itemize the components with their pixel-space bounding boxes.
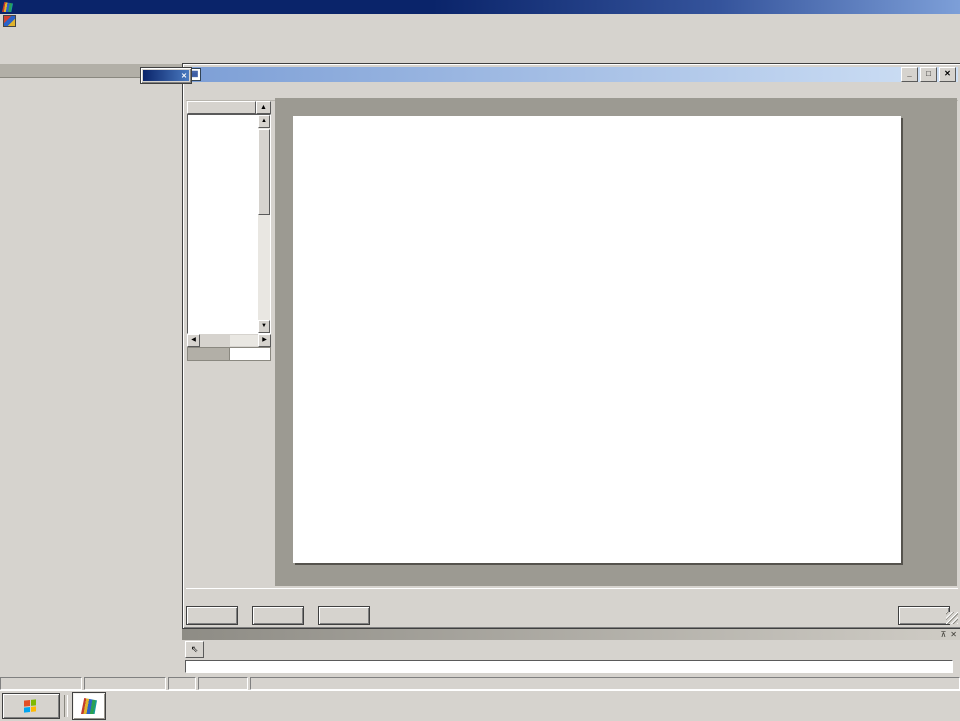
name-field-value[interactable] [230, 347, 271, 361]
menu-tree [0, 78, 182, 675]
close-icon[interactable]: ✕ [950, 630, 957, 639]
drawing-canvas[interactable] [275, 98, 957, 586]
hscroll-thumb[interactable] [200, 335, 230, 346]
scroll-left-icon[interactable]: ◀ [187, 334, 200, 347]
gallery-status-bar [186, 588, 958, 604]
state-cell [250, 677, 960, 690]
title-bar [0, 0, 960, 14]
new-button[interactable] [186, 606, 238, 625]
taskbar-separator [64, 695, 68, 717]
cursor-mode-icon[interactable]: ⇖ [185, 641, 204, 658]
gallery-buttons [186, 604, 958, 626]
plane-cell [198, 677, 248, 690]
menu-tree-panel [0, 64, 184, 676]
drawing-sheet [293, 116, 901, 563]
name-field-label [187, 347, 230, 361]
taskbar [0, 690, 960, 721]
gallery-title-bar[interactable]: ▦ _ □ ✕ [186, 67, 958, 82]
plot-list-hscrollbar[interactable]: ◀ ▶ [187, 335, 271, 346]
minimize-button[interactable]: _ [901, 67, 918, 82]
status-bar [0, 676, 960, 690]
close-icon[interactable]: ✕ [181, 72, 187, 80]
command-line-caption[interactable]: ⊼ ✕ [182, 628, 960, 640]
app-logo-icon [2, 2, 13, 12]
close-dialog-button[interactable] [898, 606, 950, 625]
command-line-panel: ⊼ ✕ ⇖ [182, 627, 960, 677]
scia-engineer-window: ✕ ▦ _ □ ✕ ▲ ▲ ▼ [0, 0, 960, 720]
delete-button[interactable] [318, 606, 370, 625]
close-button[interactable]: ✕ [939, 67, 956, 82]
plot-list-header[interactable] [187, 101, 256, 114]
sort-ascending-icon[interactable]: ▲ [256, 101, 271, 114]
menu-bar [0, 14, 960, 28]
windows-logo-icon [24, 699, 36, 712]
unit-cell [168, 677, 196, 690]
ansicht-toolbar-title[interactable]: ✕ [143, 70, 189, 81]
start-button[interactable] [2, 693, 60, 719]
status-cell-1 [0, 677, 82, 690]
document-icon [3, 15, 16, 27]
plot-list-vscrollbar[interactable]: ▲ ▼ [258, 115, 270, 333]
ansicht-toolbar: ✕ [140, 67, 192, 84]
plot-list-panel: ▲ ▲ ▼ ◀ ▶ [187, 101, 271, 343]
scroll-right-icon[interactable]: ▶ [258, 334, 271, 347]
scroll-down-icon[interactable]: ▼ [258, 320, 270, 333]
drawing-gallery-window: ▦ _ □ ✕ ▲ ▲ ▼ ◀ [182, 63, 960, 629]
command-input[interactable] [185, 660, 953, 673]
vscroll-thumb[interactable] [258, 129, 270, 215]
taskbar-item-scia-engineer[interactable] [72, 692, 106, 720]
toolbar-row-1 [0, 27, 960, 47]
resize-grip[interactable] [946, 612, 958, 624]
scia-engineer-icon [81, 698, 97, 714]
edit-button[interactable] [252, 606, 304, 625]
maximize-button[interactable]: □ [920, 67, 937, 82]
status-cell-2 [84, 677, 166, 690]
pin-icon[interactable]: ⊼ [940, 630, 946, 639]
plot-list [188, 115, 258, 333]
scroll-up-icon[interactable]: ▲ [258, 115, 270, 128]
